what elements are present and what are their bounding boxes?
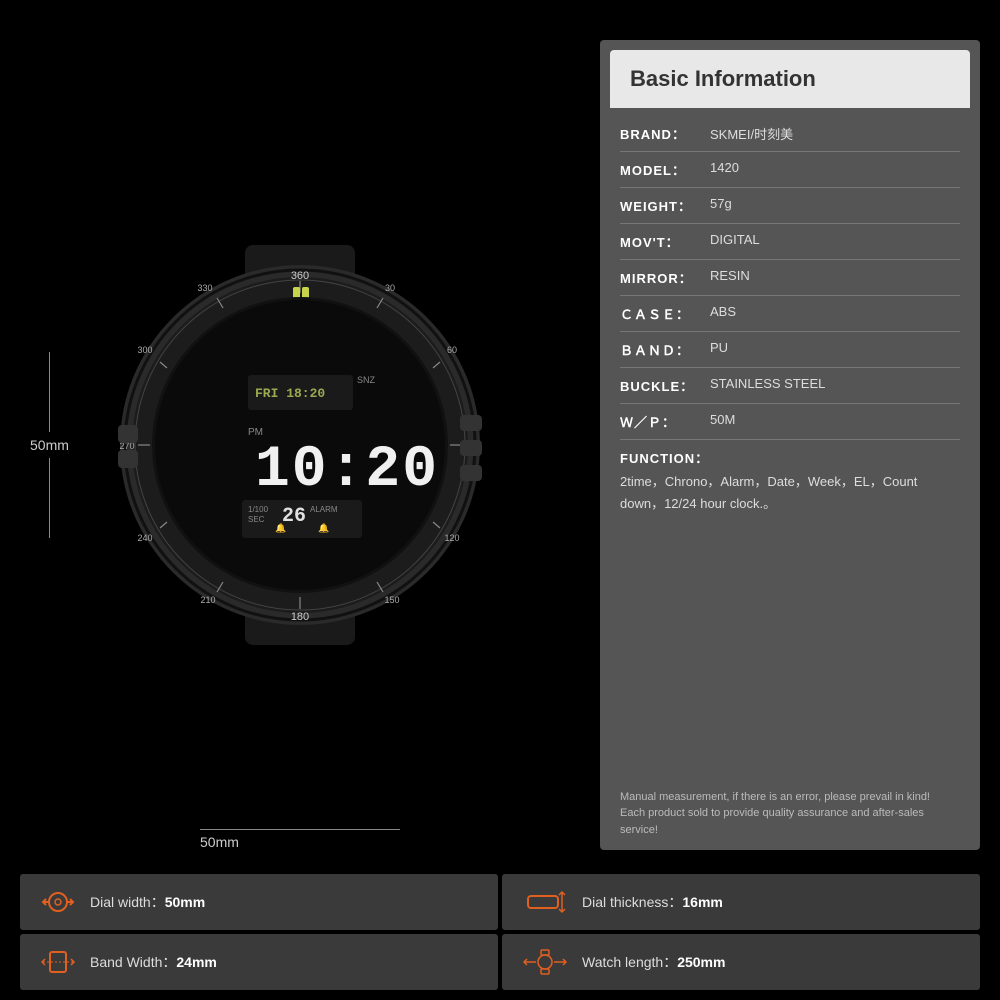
svg-text:FRI 18:20: FRI 18:20 <box>255 386 325 401</box>
mirror-value: RESIN <box>710 268 960 283</box>
height-label: 50mm <box>30 437 69 453</box>
movt-value: DIGITAL <box>710 232 960 247</box>
dial-thickness-text: Dial thickness：16mm <box>582 892 723 912</box>
main-container: 50mm <box>0 0 1000 1000</box>
footer-line1: Manual measurement, if there is an error… <box>620 789 960 806</box>
width-dimension: 50mm <box>200 829 400 850</box>
bar-row-1: Dial width：50mm Dial thickness：16mm <box>20 874 980 930</box>
svg-text:180: 180 <box>291 611 309 623</box>
dial-width-cell: Dial width：50mm <box>20 874 498 930</box>
svg-text:SNZ: SNZ <box>357 375 376 385</box>
svg-text:360: 360 <box>291 270 309 282</box>
info-rows: BRAND： SKMEI/时刻美 MODEL： 1420 WEIGHT： 57g… <box>600 108 980 781</box>
band-label: ＢＡＮＤ： <box>620 340 710 359</box>
band-row: ＢＡＮＤ： PU <box>620 332 960 368</box>
dial-thickness-cell: Dial thickness：16mm <box>502 874 980 930</box>
model-value: 1420 <box>710 160 960 175</box>
svg-text:ALARM: ALARM <box>310 505 338 514</box>
buckle-label: BUCKLE： <box>620 376 710 395</box>
case-value: ABS <box>710 304 960 319</box>
dial-width-text: Dial width：50mm <box>90 892 205 912</box>
band-width-cell: Band Width：24mm <box>20 934 498 990</box>
info-footer: Manual measurement, if there is an error… <box>600 781 980 851</box>
case-row: ＣＡＳＥ： ABS <box>620 296 960 332</box>
svg-text:240: 240 <box>137 533 152 543</box>
bottom-bars: Dial width：50mm Dial thickness：16mm <box>0 870 1000 1000</box>
wp-label: Ｗ／Ｐ： <box>620 412 710 431</box>
case-label: ＣＡＳＥ： <box>620 304 710 323</box>
width-label: 50mm <box>200 834 239 850</box>
mirror-row: MIRROR： RESIN <box>620 260 960 296</box>
top-section: 50mm <box>0 0 1000 870</box>
brand-row: BRAND： SKMEI/时刻美 <box>620 116 960 152</box>
watch-length-cell: Watch length：250mm <box>502 934 980 990</box>
svg-text:1/100: 1/100 <box>248 505 269 514</box>
model-label: MODEL： <box>620 160 710 179</box>
info-title: Basic Information <box>610 50 970 108</box>
wp-row: Ｗ／Ｐ： 50M <box>620 404 960 440</box>
height-dimension: 50mm <box>30 352 69 538</box>
footer-line2: Each product sold to provide quality ass… <box>620 805 960 838</box>
band-width-text: Band Width：24mm <box>90 952 217 972</box>
svg-text:300: 300 <box>137 345 152 355</box>
band-value: PU <box>710 340 960 355</box>
model-row: MODEL： 1420 <box>620 152 960 188</box>
svg-text:SEC: SEC <box>248 515 265 524</box>
movt-row: MOV'T： DIGITAL <box>620 224 960 260</box>
watch-area: 50mm <box>20 30 580 860</box>
buckle-value: STAINLESS STEEL <box>710 376 960 391</box>
watch-length-icon <box>522 948 568 976</box>
svg-text:🔔: 🔔 <box>318 523 329 533</box>
function-label: FUNCTION： <box>620 448 710 467</box>
brand-label: BRAND： <box>620 124 710 143</box>
mirror-label: MIRROR： <box>620 268 710 287</box>
svg-text:30: 30 <box>385 283 395 293</box>
bar-row-2: Band Width：24mm Watch length：250mm <box>20 934 980 990</box>
svg-text:10:20: 10:20 <box>255 438 439 503</box>
watch-length-text: Watch length：250mm <box>582 952 725 972</box>
svg-text:60: 60 <box>447 345 457 355</box>
function-row: FUNCTION： 2time，Chrono，Alarm，Date，Week，E… <box>620 440 960 523</box>
function-value: 2time，Chrono，Alarm，Date，Week，EL，Count do… <box>620 471 960 515</box>
dial-thickness-icon <box>522 888 568 916</box>
wp-value: 50M <box>710 412 960 427</box>
weight-value: 57g <box>710 196 960 211</box>
weight-label: WEIGHT： <box>620 196 710 215</box>
svg-text:210: 210 <box>200 595 215 605</box>
svg-text:330: 330 <box>197 283 212 293</box>
buckle-row: BUCKLE： STAINLESS STEEL <box>620 368 960 404</box>
band-width-icon <box>40 948 76 976</box>
svg-text:120: 120 <box>444 533 459 543</box>
svg-text:PM: PM <box>248 427 263 438</box>
dial-width-icon <box>40 888 76 916</box>
brand-value: SKMEI/时刻美 <box>710 124 960 143</box>
weight-row: WEIGHT： 57g <box>620 188 960 224</box>
svg-text:🔔: 🔔 <box>275 523 286 533</box>
movt-label: MOV'T： <box>620 232 710 251</box>
watch-image: 360 30 60 90 120 150 180 210 240 270 300… <box>90 235 510 655</box>
info-panel: Basic Information BRAND： SKMEI/时刻美 MODEL… <box>600 40 980 850</box>
svg-text:150: 150 <box>384 595 399 605</box>
